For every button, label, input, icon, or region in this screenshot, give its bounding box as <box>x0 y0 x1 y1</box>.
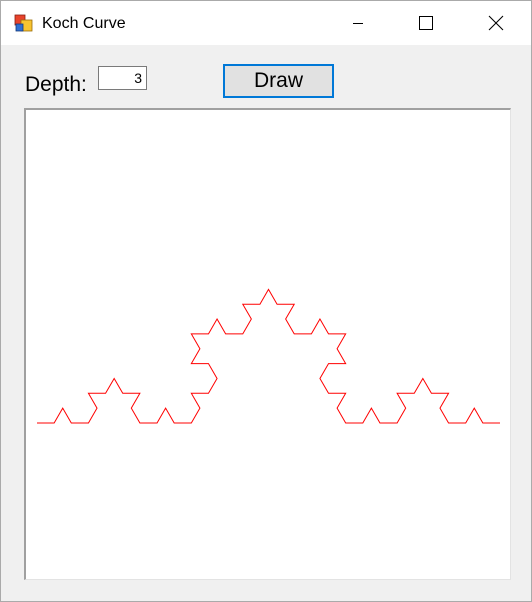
title-bar[interactable]: Koch Curve <box>1 1 531 45</box>
app-window: Koch Curve Depth: Draw <box>0 0 532 602</box>
maximize-icon <box>419 16 433 30</box>
close-button[interactable] <box>473 1 519 45</box>
depth-label: Depth: <box>25 73 87 96</box>
drawing-canvas <box>24 108 511 580</box>
close-icon <box>488 15 504 31</box>
koch-curve <box>37 288 500 424</box>
depth-input[interactable] <box>98 66 147 90</box>
minimize-button[interactable] <box>335 1 381 45</box>
koch-curve-drawing <box>37 288 500 424</box>
window-title: Koch Curve <box>42 15 126 32</box>
app-icon <box>14 13 34 33</box>
draw-button[interactable]: Draw <box>223 64 334 98</box>
minimize-icon <box>353 23 363 24</box>
maximize-button[interactable] <box>403 1 449 45</box>
